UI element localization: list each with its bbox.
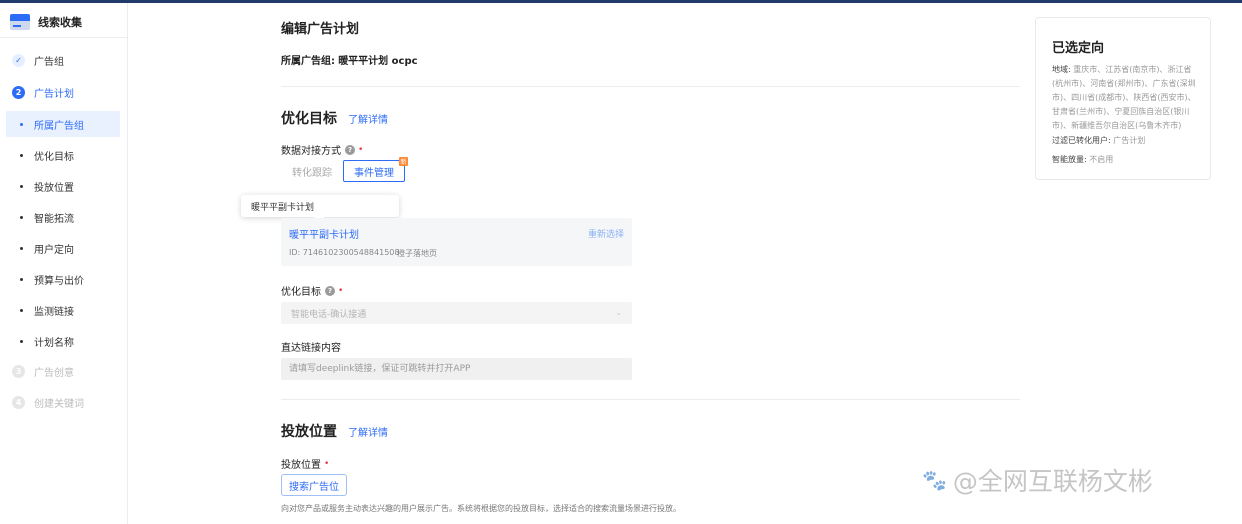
brand: 线索收集: [10, 10, 82, 34]
divider: [281, 86, 1020, 87]
chevron-down-icon: ⌄: [615, 308, 622, 317]
search-placement-button[interactable]: 搜索广告位: [281, 474, 347, 496]
divider: [281, 399, 1020, 400]
asset-name-link[interactable]: 暖平平副卡计划: [289, 226, 359, 241]
ad-group-value: 暖平平计划 ocpc: [338, 56, 418, 67]
filter-info: 过滤已转化用户: 广告计划: [1052, 135, 1145, 146]
sidebar-step-label: 创建关键词: [34, 398, 84, 410]
sidebar-item-smart-expansion[interactable]: 智能拓流: [0, 204, 127, 230]
placement-description: 向对您产品或服务主动表达兴趣的用户展示广告。系统将根据您的投放目标，选择适合的搜…: [281, 504, 681, 513]
bullet-icon: [20, 215, 23, 219]
check-icon: ✓: [12, 53, 25, 67]
region-key: 地域:: [1052, 65, 1071, 74]
reselect-link[interactable]: 重新选择: [588, 227, 624, 240]
paw-icon: 🐾: [922, 468, 947, 492]
step-number-icon: 3: [12, 364, 25, 378]
bullet-icon: [20, 339, 23, 343]
data-mode-label: 数据对接方式 ? •: [281, 142, 363, 157]
field-label-text: 投放位置: [281, 460, 321, 471]
field-label-text: 优化目标: [281, 287, 321, 298]
sidebar-item-targeting[interactable]: 用户定向: [0, 235, 127, 261]
help-icon[interactable]: ?: [345, 144, 355, 155]
watermark: 🐾 @全网互联杨文彬: [922, 462, 1153, 498]
bullet-icon: [20, 122, 23, 126]
bullet-icon: [20, 153, 23, 157]
smart-key: 智能放量:: [1052, 155, 1087, 164]
smart-volume-info: 智能放量: 不启用: [1052, 154, 1113, 165]
sidebar-item-label: 所属广告组: [34, 120, 84, 132]
bullet-icon: [20, 277, 23, 281]
top-bar: [0, 0, 1242, 3]
sidebar-item-plan-name[interactable]: 计划名称: [0, 328, 127, 354]
sidebar-item-label: 优化目标: [34, 151, 74, 163]
bullet-icon: [20, 184, 23, 188]
page-title: 编辑广告计划: [281, 22, 360, 37]
sidebar-item-label: 用户定向: [34, 244, 74, 256]
sidebar-item-label: 监测链接: [34, 306, 74, 318]
data-mode-segmented: 转化跟踪 事件管理 新: [281, 157, 408, 182]
deeplink-label: 直达链接内容: [281, 339, 341, 354]
tab-label: 事件管理: [354, 167, 394, 179]
sidebar-step-ad-creative[interactable]: 3 广告创意: [0, 358, 127, 384]
step-number-icon: 4: [12, 395, 25, 409]
required-mark: •: [338, 285, 344, 296]
sidebar-item-label: 计划名称: [34, 337, 74, 349]
tab-conversion-tracking[interactable]: 转化跟踪: [281, 160, 343, 182]
placement-label: 投放位置 •: [281, 456, 330, 472]
sidebar-item-label: 智能拓流: [34, 213, 74, 225]
sidebar-step-label: 广告组: [34, 56, 64, 68]
sidebar-item-budget-bid[interactable]: 预算与出价: [0, 266, 127, 292]
asset-type: 橙子落地页: [397, 249, 437, 258]
smart-value: 不启用: [1089, 155, 1114, 164]
region-info: 地域: 重庆市、江苏省(南京市)、浙江省(杭州市)、河南省(郑州市)、广东省(深…: [1052, 63, 1198, 133]
asset-id: ID: 7146102300548841508: [289, 248, 400, 257]
sidebar: 线索收集 ✓ 广告组 2 广告计划 所属广告组 优化目标 投放位置 智能拓流 用…: [0, 3, 128, 524]
sidebar-item-label: 投放位置: [34, 182, 74, 194]
sidebar-item-label: 预算与出价: [34, 275, 84, 287]
sidebar-item-tracking-link[interactable]: 监测链接: [0, 297, 127, 323]
learn-more-link[interactable]: 了解详情: [348, 424, 388, 439]
region-value: 重庆市、江苏省(南京市)、浙江省(杭州市)、河南省(郑州市)、广东省(深圳市)、…: [1052, 65, 1196, 130]
divider: [0, 37, 127, 38]
field-label-text: 数据对接方式: [281, 146, 341, 157]
optimization-goal-select[interactable]: 智能电话-确认接通 ⌄: [281, 302, 632, 324]
help-icon[interactable]: ?: [325, 285, 335, 296]
required-mark: •: [358, 144, 364, 155]
bullet-icon: [20, 246, 23, 250]
sidebar-step-label: 广告创意: [34, 367, 74, 379]
panel-title: 已选定向: [1052, 41, 1105, 56]
sidebar-step-ad-plan[interactable]: 2 广告计划: [0, 79, 127, 105]
ad-group-label: 所属广告组:: [281, 56, 335, 67]
tab-event-management[interactable]: 事件管理 新: [343, 157, 408, 182]
select-value: 智能电话-确认接通: [291, 309, 367, 320]
sidebar-item-optimization-goal[interactable]: 优化目标: [0, 142, 127, 168]
brand-logo-icon: [10, 14, 30, 30]
bullet-icon: [20, 308, 23, 312]
sidebar-item-placement[interactable]: 投放位置: [0, 173, 127, 199]
watermark-text: @全网互联杨文彬: [952, 467, 1153, 496]
section-title-optimization: 优化目标: [281, 111, 337, 127]
filter-key: 过滤已转化用户:: [1052, 136, 1111, 145]
learn-more-link[interactable]: 了解详情: [348, 111, 388, 126]
sidebar-step-label: 广告计划: [34, 88, 74, 100]
brand-title: 线索收集: [38, 16, 82, 29]
goal-label: 优化目标 ? •: [281, 283, 343, 298]
step-number-icon: 2: [12, 85, 25, 99]
tooltip: 暖平平副卡计划: [241, 195, 399, 217]
filter-value: 广告计划: [1113, 136, 1146, 145]
sidebar-step-ad-group[interactable]: ✓ 广告组: [0, 47, 127, 73]
sidebar-step-keywords[interactable]: 4 创建关键词: [0, 389, 127, 415]
required-mark: •: [324, 458, 330, 469]
new-badge: 新: [399, 157, 408, 166]
section-title-placement: 投放位置: [281, 424, 337, 440]
asset-card: 暖平平副卡计划 重新选择 ID: 7146102300548841508 橙子落…: [281, 218, 632, 266]
deeplink-input[interactable]: [281, 358, 632, 380]
sidebar-item-ad-group-belong[interactable]: 所属广告组: [6, 111, 120, 137]
selected-targeting-panel: 已选定向 地域: 重庆市、江苏省(南京市)、浙江省(杭州市)、河南省(郑州市)、…: [1035, 17, 1211, 180]
ad-group-line: 所属广告组: 暖平平计划 ocpc: [281, 52, 418, 67]
field-label-text: 直达链接内容: [281, 343, 341, 354]
